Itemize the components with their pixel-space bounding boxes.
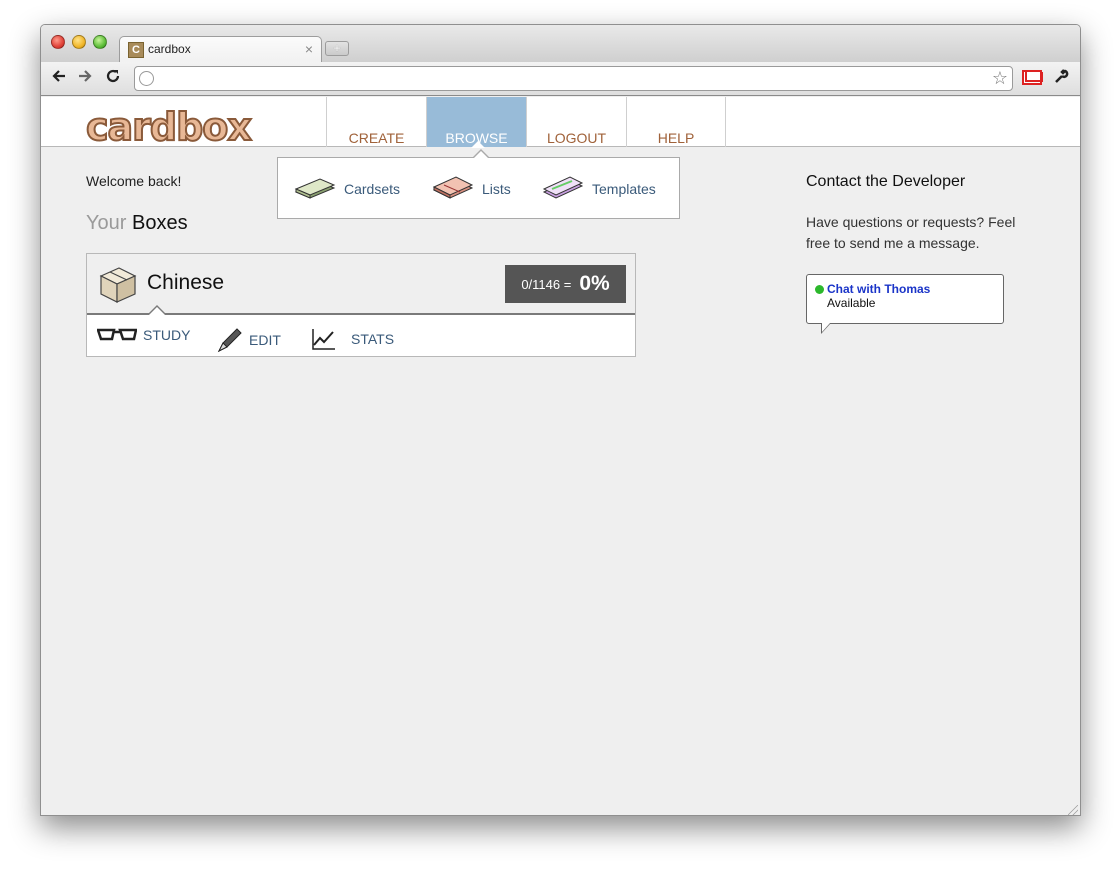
tab-title: cardbox (148, 42, 191, 56)
pencil-icon (217, 328, 242, 353)
edit-label: EDIT (249, 332, 281, 348)
browser-window: C cardbox × + ☆ cardbox CREATE BROWSE LO… (40, 24, 1081, 816)
welcome-text: Welcome back! (86, 173, 182, 189)
browser-toolbar: ☆ (41, 62, 1080, 96)
main-nav: CREATE BROWSE LOGOUT HELP (326, 97, 726, 148)
new-tab-button[interactable]: + (325, 41, 349, 56)
edit-button[interactable]: EDIT (215, 327, 281, 353)
chat-link[interactable]: Chat with Thomas (827, 282, 930, 296)
browse-dropdown: Cardsets Lists Templates (277, 149, 680, 219)
forward-arrow-icon[interactable] (77, 68, 93, 89)
address-bar[interactable]: ☆ (134, 66, 1013, 91)
heading-prefix: Your (86, 212, 127, 234)
close-window-button[interactable] (51, 35, 65, 49)
box-actions: STUDY EDIT STATS (87, 317, 635, 357)
dropdown-item-cardsets[interactable]: Cardsets (294, 176, 400, 202)
cardsets-icon (294, 178, 336, 199)
chart-icon (312, 329, 335, 350)
sidebar-text: Have questions or requests? Feel free to… (806, 214, 1016, 251)
browser-tab[interactable]: C cardbox × (119, 36, 322, 63)
resize-handle[interactable] (1068, 805, 1078, 815)
favicon-icon: C (128, 42, 144, 58)
nav-browse[interactable]: BROWSE (426, 97, 526, 148)
title-bar: C cardbox × + (41, 25, 1080, 63)
zoom-window-button[interactable] (93, 35, 107, 49)
chat-status: Available (827, 296, 876, 310)
bookmark-star-icon[interactable]: ☆ (992, 68, 1008, 89)
reload-icon[interactable] (105, 68, 121, 89)
stats-button[interactable]: STATS (311, 327, 394, 351)
templates-icon (542, 176, 584, 199)
page-title: Your Boxes (86, 212, 188, 235)
box-name[interactable]: Chinese (147, 271, 224, 295)
nav-logout[interactable]: LOGOUT (526, 97, 626, 147)
dropdown-label: Lists (482, 181, 511, 197)
heading-main: Boxes (131, 212, 188, 234)
dropdown-item-templates[interactable]: Templates (542, 176, 656, 202)
wrench-menu-icon[interactable] (1053, 68, 1069, 89)
status-dot-icon (815, 285, 824, 294)
back-arrow-icon[interactable] (51, 68, 67, 89)
box-card: Chinese 0/1146 = 0% STUDY EDIT STATS (86, 253, 636, 357)
tab-close-icon[interactable]: × (305, 41, 313, 57)
site-header: cardbox CREATE BROWSE LOGOUT HELP (41, 97, 1080, 150)
cardboard-box-icon (99, 267, 137, 303)
study-button[interactable]: STUDY (97, 327, 190, 343)
stats-label: STATS (351, 331, 395, 347)
gmail-extension-icon[interactable] (1022, 70, 1042, 85)
study-label: STUDY (143, 327, 191, 343)
site-logo[interactable]: cardbox (85, 104, 253, 150)
chat-widget[interactable]: Chat with Thomas Available (806, 274, 1004, 334)
dropdown-item-lists[interactable]: Lists (432, 176, 511, 202)
glasses-icon (97, 328, 137, 341)
dropdown-label: Cardsets (344, 181, 401, 197)
progress-badge: 0/1146 = 0% (505, 265, 626, 303)
lists-icon (432, 176, 474, 199)
box-header[interactable]: Chinese 0/1146 = 0% (87, 254, 635, 315)
dropdown-label: Templates (592, 181, 656, 197)
nav-create[interactable]: CREATE (326, 97, 426, 147)
sidebar-title: Contact the Developer (806, 173, 966, 190)
progress-fraction: 0/1146 = (521, 276, 572, 292)
globe-icon (139, 71, 154, 86)
page-content: cardbox CREATE BROWSE LOGOUT HELP Cardse… (41, 97, 1080, 815)
progress-percent: 0% (579, 272, 610, 295)
nav-help[interactable]: HELP (626, 97, 726, 147)
minimize-window-button[interactable] (72, 35, 86, 49)
